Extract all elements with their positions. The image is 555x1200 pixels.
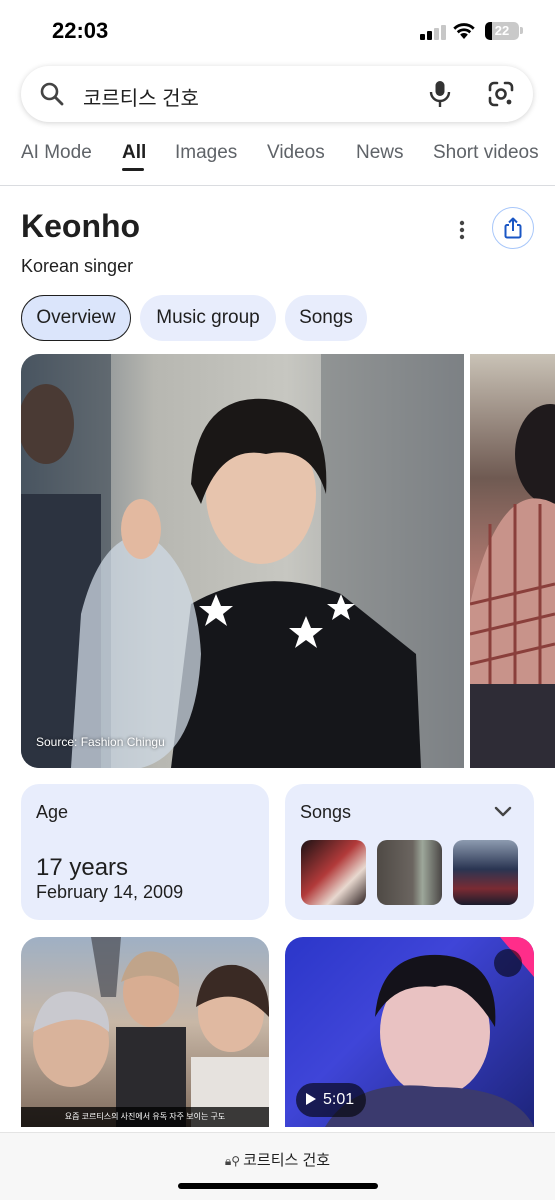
mic-icon[interactable] bbox=[427, 80, 453, 108]
url-text-row[interactable]: 🔒︎⚲ 코르티스 건호 bbox=[0, 1149, 555, 1170]
songs-card-label: Songs bbox=[300, 802, 352, 822]
tab-short-videos[interactable]: Short videos bbox=[433, 142, 539, 164]
battery-tip bbox=[520, 27, 523, 34]
tab-all[interactable]: All bbox=[122, 142, 146, 164]
entity-subtitle: Korean singer bbox=[21, 256, 134, 276]
lock-search-icon: 🔒︎⚲ bbox=[224, 1154, 241, 1168]
tab-news[interactable]: News bbox=[356, 142, 404, 164]
birth-date: February 14, 2009 bbox=[36, 882, 184, 902]
search-box[interactable]: 코르티스 건호 bbox=[21, 66, 533, 122]
age-card[interactable]: Age 17 years February 14, 2009 bbox=[21, 784, 269, 920]
songs-card[interactable]: Songs bbox=[285, 784, 534, 920]
secondary-photo-art bbox=[470, 404, 555, 768]
status-bar: 22:03 22 bbox=[0, 0, 555, 62]
play-icon bbox=[306, 1093, 316, 1105]
chevron-down-icon[interactable] bbox=[494, 806, 512, 818]
battery-level: 22 bbox=[494, 23, 510, 38]
photo-thumbnail[interactable]: 요즘 코르티스의 사진에서 유독 자주 보이는 구도 bbox=[21, 937, 269, 1127]
age-card-label: Age bbox=[36, 802, 69, 822]
status-time: 22:03 bbox=[52, 18, 109, 43]
wifi-icon bbox=[453, 23, 475, 39]
photo-thumbnail-art bbox=[33, 937, 269, 1127]
song-thumbnail-3[interactable] bbox=[453, 840, 518, 905]
entity-title: Keonho bbox=[21, 208, 141, 244]
browser-url-bar[interactable]: 🔒︎⚲ 코르티스 건호 bbox=[0, 1132, 555, 1200]
home-indicator[interactable] bbox=[178, 1183, 378, 1189]
main-photo-art bbox=[21, 354, 464, 768]
search-tabs: AI Mode All Images Videos News Short vid… bbox=[0, 140, 555, 186]
expand-icon bbox=[494, 949, 522, 977]
search-input[interactable]: 코르티스 건호 bbox=[83, 82, 199, 111]
tab-ai-mode[interactable]: AI Mode bbox=[21, 142, 92, 164]
age-value: 17 years bbox=[36, 854, 129, 881]
url-text: 코르티스 건호 bbox=[243, 1152, 331, 1169]
song-thumbnail-2[interactable] bbox=[377, 840, 442, 905]
tab-images[interactable]: Images bbox=[175, 142, 237, 164]
share-icon bbox=[504, 217, 522, 239]
chip-overview[interactable]: Overview bbox=[21, 295, 131, 341]
tab-videos[interactable]: Videos bbox=[267, 142, 325, 164]
cellular-signal-icon bbox=[420, 24, 446, 40]
video-duration: 5:01 bbox=[296, 1083, 367, 1117]
chip-music-group[interactable]: Music group bbox=[140, 295, 276, 341]
song-thumbnail-1[interactable] bbox=[301, 840, 366, 905]
chip-songs[interactable]: Songs bbox=[285, 295, 367, 341]
battery-icon: 22 bbox=[485, 22, 519, 40]
more-options-icon[interactable] bbox=[454, 218, 470, 242]
thumbnail-caption: 요즘 코르티스의 사진에서 유독 자주 보이는 구도 bbox=[21, 1107, 269, 1127]
lens-icon[interactable] bbox=[487, 80, 515, 108]
video-thumbnail[interactable]: 5:01 bbox=[285, 937, 534, 1127]
search-icon[interactable] bbox=[39, 81, 65, 107]
main-photo[interactable]: Source: Fashion Chingu bbox=[21, 354, 464, 768]
secondary-photo[interactable] bbox=[470, 354, 555, 768]
video-duration-text: 5:01 bbox=[323, 1091, 355, 1108]
image-source: Source: Fashion Chingu bbox=[36, 735, 165, 749]
active-tab-indicator bbox=[122, 168, 144, 171]
share-button[interactable] bbox=[492, 207, 534, 249]
